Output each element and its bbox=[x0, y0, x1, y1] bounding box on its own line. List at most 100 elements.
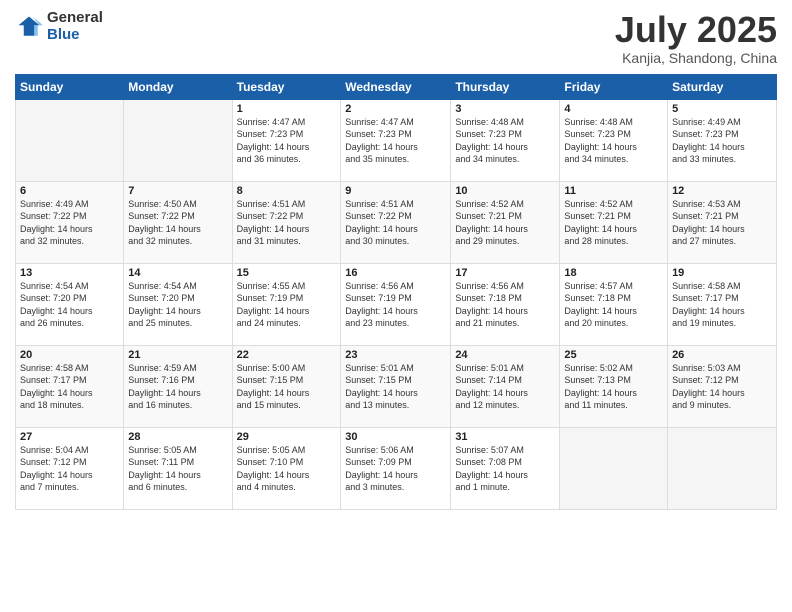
calendar-cell: 27Sunrise: 5:04 AMSunset: 7:12 PMDayligh… bbox=[16, 427, 124, 509]
day-number: 12 bbox=[672, 185, 772, 197]
logo-blue: Blue bbox=[47, 27, 103, 44]
day-number: 29 bbox=[237, 431, 337, 443]
cell-content: Sunrise: 5:04 AMSunset: 7:12 PMDaylight:… bbox=[20, 444, 119, 494]
day-number: 7 bbox=[128, 185, 227, 197]
calendar-cell: 8Sunrise: 4:51 AMSunset: 7:22 PMDaylight… bbox=[232, 181, 341, 263]
day-number: 9 bbox=[345, 185, 446, 197]
cell-content: Sunrise: 4:51 AMSunset: 7:22 PMDaylight:… bbox=[345, 198, 446, 248]
weekday-sunday: Sunday bbox=[16, 74, 124, 99]
day-number: 1 bbox=[237, 103, 337, 115]
day-number: 24 bbox=[455, 349, 555, 361]
day-number: 22 bbox=[237, 349, 337, 361]
logo-text: General Blue bbox=[47, 10, 103, 43]
cell-content: Sunrise: 4:56 AMSunset: 7:18 PMDaylight:… bbox=[455, 280, 555, 330]
cell-content: Sunrise: 4:56 AMSunset: 7:19 PMDaylight:… bbox=[345, 280, 446, 330]
day-number: 11 bbox=[564, 185, 663, 197]
week-row-4: 20Sunrise: 4:58 AMSunset: 7:17 PMDayligh… bbox=[16, 345, 777, 427]
week-row-2: 6Sunrise: 4:49 AMSunset: 7:22 PMDaylight… bbox=[16, 181, 777, 263]
cell-content: Sunrise: 4:57 AMSunset: 7:18 PMDaylight:… bbox=[564, 280, 663, 330]
calendar-cell: 20Sunrise: 4:58 AMSunset: 7:17 PMDayligh… bbox=[16, 345, 124, 427]
cell-content: Sunrise: 4:59 AMSunset: 7:16 PMDaylight:… bbox=[128, 362, 227, 412]
day-number: 20 bbox=[20, 349, 119, 361]
location: Kanjia, Shandong, China bbox=[615, 50, 777, 66]
cell-content: Sunrise: 4:49 AMSunset: 7:23 PMDaylight:… bbox=[672, 116, 772, 166]
weekday-monday: Monday bbox=[124, 74, 232, 99]
day-number: 30 bbox=[345, 431, 446, 443]
month-title: July 2025 bbox=[615, 10, 777, 50]
week-row-5: 27Sunrise: 5:04 AMSunset: 7:12 PMDayligh… bbox=[16, 427, 777, 509]
weekday-saturday: Saturday bbox=[668, 74, 777, 99]
calendar-cell: 1Sunrise: 4:47 AMSunset: 7:23 PMDaylight… bbox=[232, 99, 341, 181]
cell-content: Sunrise: 4:47 AMSunset: 7:23 PMDaylight:… bbox=[237, 116, 337, 166]
calendar-cell: 22Sunrise: 5:00 AMSunset: 7:15 PMDayligh… bbox=[232, 345, 341, 427]
cell-content: Sunrise: 5:02 AMSunset: 7:13 PMDaylight:… bbox=[564, 362, 663, 412]
day-number: 17 bbox=[455, 267, 555, 279]
cell-content: Sunrise: 4:52 AMSunset: 7:21 PMDaylight:… bbox=[564, 198, 663, 248]
calendar-cell: 18Sunrise: 4:57 AMSunset: 7:18 PMDayligh… bbox=[560, 263, 668, 345]
day-number: 14 bbox=[128, 267, 227, 279]
calendar-cell: 4Sunrise: 4:48 AMSunset: 7:23 PMDaylight… bbox=[560, 99, 668, 181]
calendar-cell bbox=[668, 427, 777, 509]
weekday-thursday: Thursday bbox=[451, 74, 560, 99]
calendar-body: 1Sunrise: 4:47 AMSunset: 7:23 PMDaylight… bbox=[16, 99, 777, 509]
cell-content: Sunrise: 5:06 AMSunset: 7:09 PMDaylight:… bbox=[345, 444, 446, 494]
logo: General Blue bbox=[15, 10, 103, 43]
calendar-cell: 7Sunrise: 4:50 AMSunset: 7:22 PMDaylight… bbox=[124, 181, 232, 263]
cell-content: Sunrise: 5:07 AMSunset: 7:08 PMDaylight:… bbox=[455, 444, 555, 494]
calendar-cell: 24Sunrise: 5:01 AMSunset: 7:14 PMDayligh… bbox=[451, 345, 560, 427]
calendar-cell bbox=[124, 99, 232, 181]
cell-content: Sunrise: 4:47 AMSunset: 7:23 PMDaylight:… bbox=[345, 116, 446, 166]
calendar-cell: 13Sunrise: 4:54 AMSunset: 7:20 PMDayligh… bbox=[16, 263, 124, 345]
cell-content: Sunrise: 4:49 AMSunset: 7:22 PMDaylight:… bbox=[20, 198, 119, 248]
calendar-cell: 10Sunrise: 4:52 AMSunset: 7:21 PMDayligh… bbox=[451, 181, 560, 263]
day-number: 10 bbox=[455, 185, 555, 197]
calendar-cell: 5Sunrise: 4:49 AMSunset: 7:23 PMDaylight… bbox=[668, 99, 777, 181]
day-number: 23 bbox=[345, 349, 446, 361]
cell-content: Sunrise: 4:54 AMSunset: 7:20 PMDaylight:… bbox=[128, 280, 227, 330]
calendar-cell: 23Sunrise: 5:01 AMSunset: 7:15 PMDayligh… bbox=[341, 345, 451, 427]
calendar-cell bbox=[16, 99, 124, 181]
cell-content: Sunrise: 4:50 AMSunset: 7:22 PMDaylight:… bbox=[128, 198, 227, 248]
day-number: 6 bbox=[20, 185, 119, 197]
week-row-3: 13Sunrise: 4:54 AMSunset: 7:20 PMDayligh… bbox=[16, 263, 777, 345]
day-number: 19 bbox=[672, 267, 772, 279]
day-number: 2 bbox=[345, 103, 446, 115]
cell-content: Sunrise: 5:00 AMSunset: 7:15 PMDaylight:… bbox=[237, 362, 337, 412]
day-number: 5 bbox=[672, 103, 772, 115]
calendar-cell: 11Sunrise: 4:52 AMSunset: 7:21 PMDayligh… bbox=[560, 181, 668, 263]
day-number: 4 bbox=[564, 103, 663, 115]
cell-content: Sunrise: 5:01 AMSunset: 7:15 PMDaylight:… bbox=[345, 362, 446, 412]
day-number: 27 bbox=[20, 431, 119, 443]
cell-content: Sunrise: 4:53 AMSunset: 7:21 PMDaylight:… bbox=[672, 198, 772, 248]
calendar-cell: 2Sunrise: 4:47 AMSunset: 7:23 PMDaylight… bbox=[341, 99, 451, 181]
calendar-cell: 17Sunrise: 4:56 AMSunset: 7:18 PMDayligh… bbox=[451, 263, 560, 345]
day-number: 8 bbox=[237, 185, 337, 197]
calendar-cell: 31Sunrise: 5:07 AMSunset: 7:08 PMDayligh… bbox=[451, 427, 560, 509]
calendar-cell: 28Sunrise: 5:05 AMSunset: 7:11 PMDayligh… bbox=[124, 427, 232, 509]
day-number: 26 bbox=[672, 349, 772, 361]
cell-content: Sunrise: 5:03 AMSunset: 7:12 PMDaylight:… bbox=[672, 362, 772, 412]
calendar-cell: 21Sunrise: 4:59 AMSunset: 7:16 PMDayligh… bbox=[124, 345, 232, 427]
logo-general: General bbox=[47, 10, 103, 27]
day-number: 21 bbox=[128, 349, 227, 361]
day-number: 31 bbox=[455, 431, 555, 443]
title-block: July 2025 Kanjia, Shandong, China bbox=[615, 10, 777, 66]
calendar-cell: 26Sunrise: 5:03 AMSunset: 7:12 PMDayligh… bbox=[668, 345, 777, 427]
calendar-cell: 29Sunrise: 5:05 AMSunset: 7:10 PMDayligh… bbox=[232, 427, 341, 509]
calendar-cell: 30Sunrise: 5:06 AMSunset: 7:09 PMDayligh… bbox=[341, 427, 451, 509]
calendar-table: SundayMondayTuesdayWednesdayThursdayFrid… bbox=[15, 74, 777, 510]
weekday-wednesday: Wednesday bbox=[341, 74, 451, 99]
week-row-1: 1Sunrise: 4:47 AMSunset: 7:23 PMDaylight… bbox=[16, 99, 777, 181]
cell-content: Sunrise: 4:58 AMSunset: 7:17 PMDaylight:… bbox=[20, 362, 119, 412]
page: General Blue July 2025 Kanjia, Shandong,… bbox=[0, 0, 792, 612]
calendar-cell: 25Sunrise: 5:02 AMSunset: 7:13 PMDayligh… bbox=[560, 345, 668, 427]
day-number: 28 bbox=[128, 431, 227, 443]
cell-content: Sunrise: 4:58 AMSunset: 7:17 PMDaylight:… bbox=[672, 280, 772, 330]
cell-content: Sunrise: 4:54 AMSunset: 7:20 PMDaylight:… bbox=[20, 280, 119, 330]
calendar-header: SundayMondayTuesdayWednesdayThursdayFrid… bbox=[16, 74, 777, 99]
cell-content: Sunrise: 4:48 AMSunset: 7:23 PMDaylight:… bbox=[564, 116, 663, 166]
calendar-cell: 19Sunrise: 4:58 AMSunset: 7:17 PMDayligh… bbox=[668, 263, 777, 345]
cell-content: Sunrise: 4:55 AMSunset: 7:19 PMDaylight:… bbox=[237, 280, 337, 330]
calendar-cell: 12Sunrise: 4:53 AMSunset: 7:21 PMDayligh… bbox=[668, 181, 777, 263]
day-number: 15 bbox=[237, 267, 337, 279]
